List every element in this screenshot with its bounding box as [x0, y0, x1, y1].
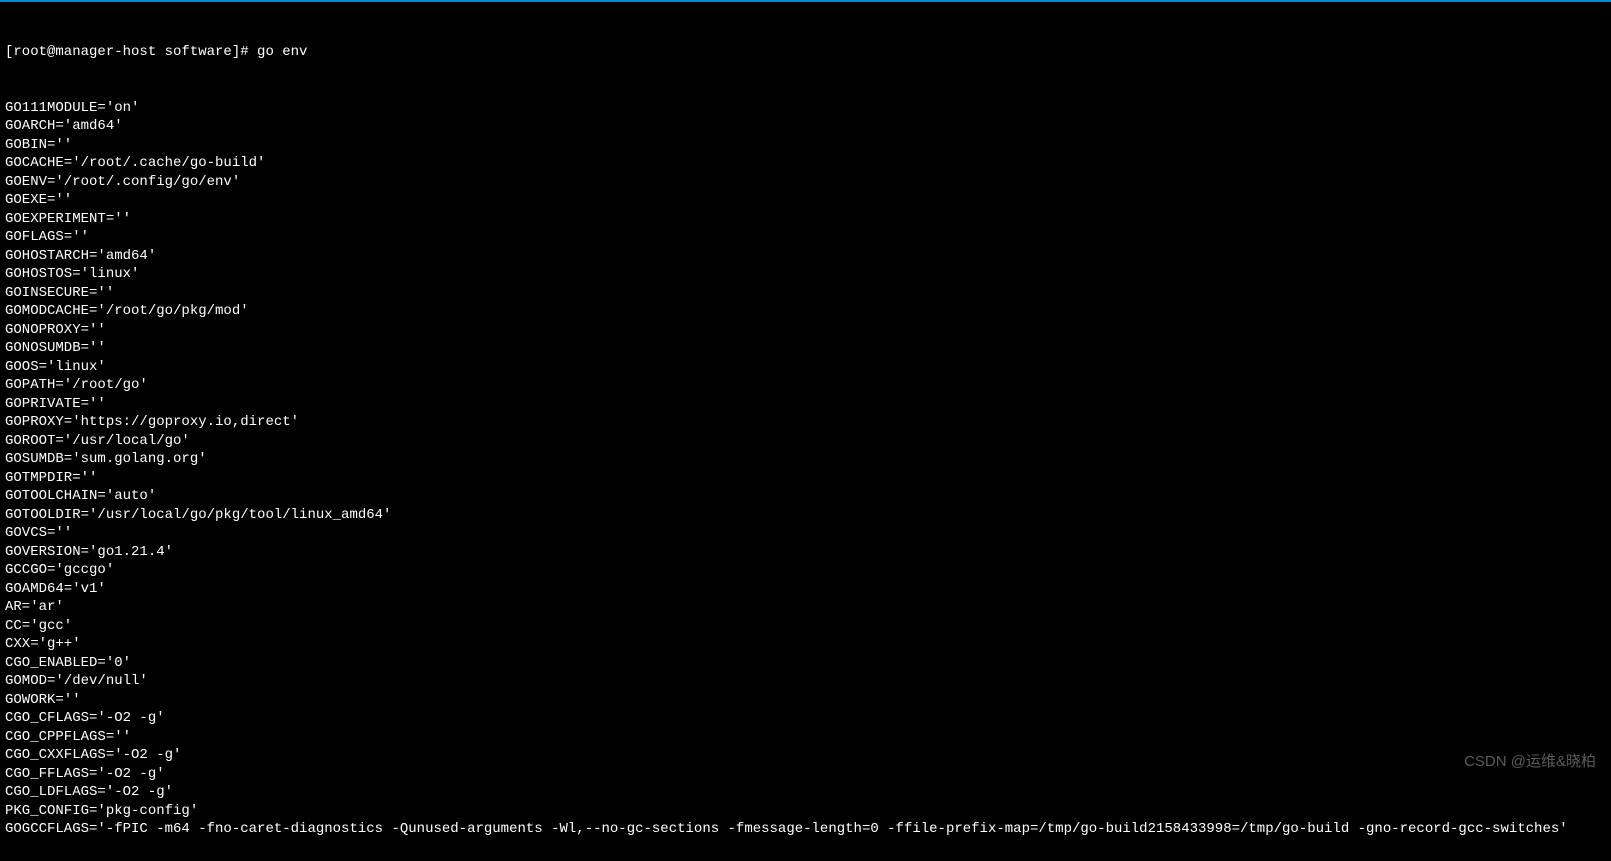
terminal-output-line: GOBIN='' [5, 136, 1606, 155]
terminal-output-line: GOEXE='' [5, 191, 1606, 210]
terminal-output-line: GOARCH='amd64' [5, 117, 1606, 136]
terminal-output-line: GOMODCACHE='/root/go/pkg/mod' [5, 302, 1606, 321]
terminal-output-line: GOTOOLCHAIN='auto' [5, 487, 1606, 506]
terminal-output-line: GOPRIVATE='' [5, 395, 1606, 414]
terminal-output-line: GONOSUMDB='' [5, 339, 1606, 358]
terminal-output-line: GOROOT='/usr/local/go' [5, 432, 1606, 451]
terminal-output-line: GOEXPERIMENT='' [5, 210, 1606, 229]
terminal-output-line: CGO_FFLAGS='-O2 -g' [5, 765, 1606, 784]
terminal-output-line: GO111MODULE='on' [5, 99, 1606, 118]
terminal-output-line: GOINSECURE='' [5, 284, 1606, 303]
terminal-output-line: GOFLAGS='' [5, 228, 1606, 247]
terminal-output-line: GOTMPDIR='' [5, 469, 1606, 488]
terminal-output-line: CXX='g++' [5, 635, 1606, 654]
terminal-output-line: GOVERSION='go1.21.4' [5, 543, 1606, 562]
terminal-output-line: GOWORK='' [5, 691, 1606, 710]
terminal-output-line: CGO_CXXFLAGS='-O2 -g' [5, 746, 1606, 765]
terminal-output-line: GOVCS='' [5, 524, 1606, 543]
terminal-output-line: GOENV='/root/.config/go/env' [5, 173, 1606, 192]
terminal-output-line: GOAMD64='v1' [5, 580, 1606, 599]
terminal-output-line: GCCGO='gccgo' [5, 561, 1606, 580]
terminal-output-line: GOOS='linux' [5, 358, 1606, 377]
terminal-output-line: GOPATH='/root/go' [5, 376, 1606, 395]
terminal-output-line: GOPROXY='https://goproxy.io,direct' [5, 413, 1606, 432]
terminal-output-line: GOHOSTOS='linux' [5, 265, 1606, 284]
terminal-output: GO111MODULE='on'GOARCH='amd64'GOBIN=''GO… [5, 99, 1606, 839]
terminal-window[interactable]: [root@manager-host software]# go env GO1… [0, 0, 1611, 861]
terminal-output-line: CC='gcc' [5, 617, 1606, 636]
terminal-output-line: GOSUMDB='sum.golang.org' [5, 450, 1606, 469]
terminal-output-line: GOHOSTARCH='amd64' [5, 247, 1606, 266]
terminal-output-line: CGO_ENABLED='0' [5, 654, 1606, 673]
terminal-output-line: GONOPROXY='' [5, 321, 1606, 340]
terminal-output-line: GOTOOLDIR='/usr/local/go/pkg/tool/linux_… [5, 506, 1606, 525]
terminal-output-line: CGO_CFLAGS='-O2 -g' [5, 709, 1606, 728]
terminal-output-line: PKG_CONFIG='pkg-config' [5, 802, 1606, 821]
terminal-output-line: AR='ar' [5, 598, 1606, 617]
terminal-output-line: GOGCCFLAGS='-fPIC -m64 -fno-caret-diagno… [5, 820, 1606, 839]
terminal-output-line: GOCACHE='/root/.cache/go-build' [5, 154, 1606, 173]
terminal-prompt-line: [root@manager-host software]# go env [5, 43, 1606, 62]
terminal-output-line: GOMOD='/dev/null' [5, 672, 1606, 691]
terminal-output-line: CGO_LDFLAGS='-O2 -g' [5, 783, 1606, 802]
terminal-output-line: CGO_CPPFLAGS='' [5, 728, 1606, 747]
